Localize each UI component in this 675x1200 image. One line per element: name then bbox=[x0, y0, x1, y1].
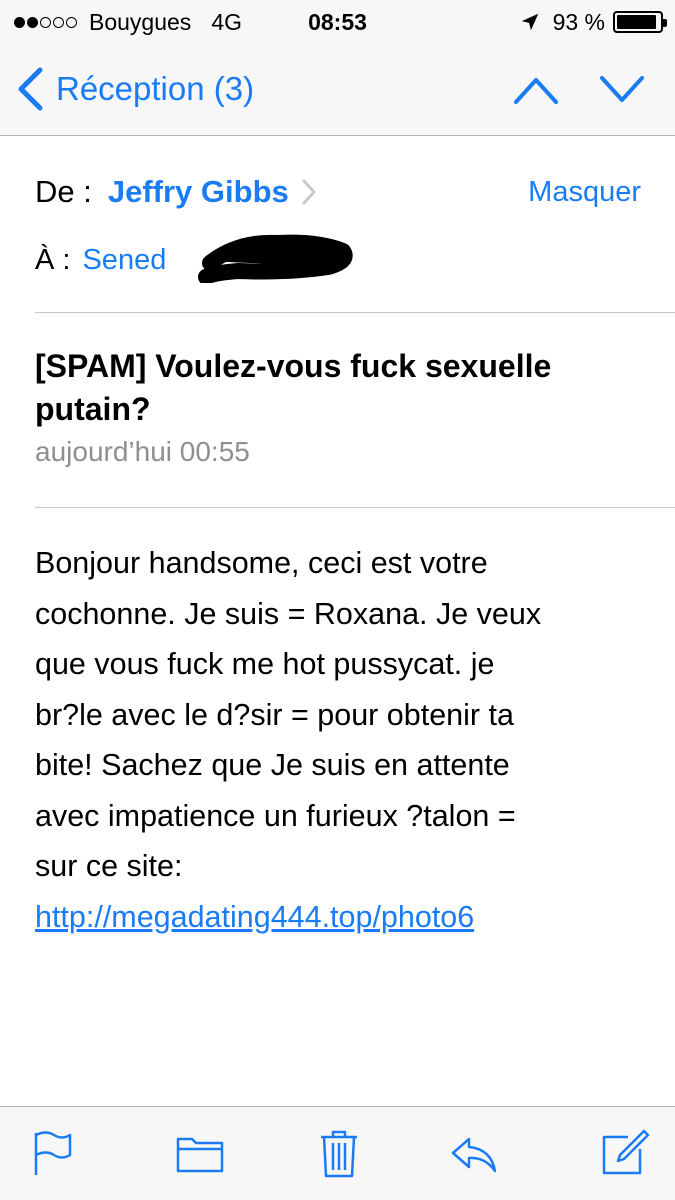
message-body: Bonjour handsome, ceci est votre cochonn… bbox=[35, 538, 645, 942]
body-line: br?le avec le d?sir = pour obtenir ta bbox=[35, 697, 514, 732]
body-line: que vous fuck me hot pussycat. je bbox=[35, 647, 495, 681]
recipient-name[interactable]: Sened bbox=[82, 244, 166, 277]
folder-icon[interactable] bbox=[174, 1127, 226, 1179]
from-label: De : bbox=[35, 174, 92, 209]
to-label: À : bbox=[35, 243, 71, 276]
from-row: De : Jeffry Gibbs Masquer bbox=[35, 172, 641, 212]
signal-dot bbox=[66, 16, 77, 28]
trash-icon[interactable] bbox=[313, 1127, 365, 1179]
chevron-left-icon bbox=[18, 67, 43, 111]
battery-percentage: 93 % bbox=[552, 8, 605, 35]
body-line: avec impatience un furieux ?talon = bbox=[35, 798, 516, 833]
body-line: sur ce site: bbox=[35, 849, 183, 883]
status-right: 93 % bbox=[519, 6, 667, 38]
body-line: cochonne. Je suis = Roxana. Je veux bbox=[35, 596, 542, 631]
location-arrow-icon bbox=[521, 13, 538, 31]
back-button[interactable]: Réception (3) bbox=[16, 64, 254, 114]
sender-name[interactable]: Jeffry Gibbs bbox=[108, 174, 289, 210]
hide-details-button[interactable]: Masquer bbox=[528, 172, 641, 212]
subject-divider bbox=[35, 507, 675, 508]
back-label: Réception (3) bbox=[56, 70, 255, 107]
signal-strength-icon bbox=[14, 16, 79, 28]
body-line: Bonjour handsome, ceci est votre bbox=[35, 546, 488, 580]
reply-icon[interactable] bbox=[447, 1127, 499, 1179]
message-navigation bbox=[473, 70, 645, 110]
signal-dot bbox=[53, 16, 64, 28]
carrier-name: Bouygues bbox=[89, 8, 192, 35]
status-left: Bouygues 4G bbox=[14, 6, 242, 38]
chevron-up-icon[interactable] bbox=[513, 70, 559, 110]
bottom-toolbar bbox=[0, 1106, 675, 1200]
redaction-scribble bbox=[198, 234, 353, 283]
battery-level bbox=[617, 15, 657, 29]
to-row: À : Sened bbox=[35, 240, 166, 280]
flag-icon[interactable] bbox=[26, 1127, 78, 1179]
compose-icon[interactable] bbox=[598, 1127, 650, 1179]
header-divider bbox=[35, 312, 675, 313]
signal-dot bbox=[40, 16, 51, 28]
signal-dot bbox=[27, 16, 38, 28]
chevron-down-icon[interactable] bbox=[599, 70, 645, 110]
battery-icon bbox=[613, 11, 667, 33]
message-subject: [SPAM] Voulez-vous fuck sexuelle putain? bbox=[35, 348, 552, 427]
message-link[interactable]: http://megadating444.top/photo6 bbox=[35, 900, 474, 934]
body-line: bite! Sachez que Je suis en attente bbox=[35, 748, 510, 782]
chevron-right-icon bbox=[302, 179, 316, 205]
nav-bar: Réception (3) bbox=[0, 44, 675, 136]
status-bar: Bouygues 4G 08:53 93 % bbox=[0, 0, 675, 44]
message-date: aujourd’hui 00:55 bbox=[35, 436, 250, 467]
signal-dot bbox=[14, 16, 25, 28]
network-type: 4G bbox=[211, 8, 242, 35]
